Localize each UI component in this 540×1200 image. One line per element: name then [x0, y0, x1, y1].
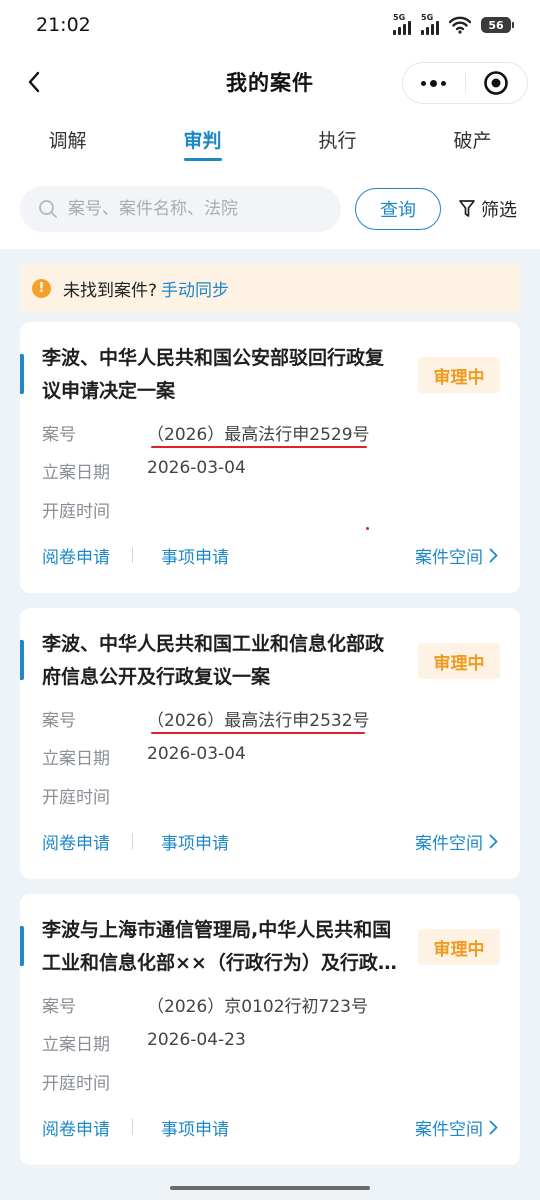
case-number-underline: [151, 732, 365, 734]
case-card[interactable]: 李波、中华人民共和国工业和信息化部政府信息公开及行政复议一案 审理中 案号 （2…: [20, 608, 520, 879]
tab-execution[interactable]: 执行: [270, 118, 405, 168]
filter-button[interactable]: 筛选: [458, 196, 517, 222]
filing-date-value: 2026-04-23: [147, 1030, 246, 1050]
hearing-time-row: 开庭时间: [42, 783, 147, 808]
search-input[interactable]: [68, 199, 308, 219]
case-title: 李波与上海市通信管理局,中华人民共和国工业和信息化部××（行政行为）及行政复议一…: [42, 919, 397, 974]
manual-sync-link[interactable]: 手动同步: [161, 276, 229, 301]
status-badge: 审理中: [418, 929, 500, 965]
home-indicator[interactable]: [170, 1186, 370, 1190]
nav-bar: 我的案件: [0, 56, 540, 108]
card-accent-bar: [20, 354, 24, 394]
page-title: 我的案件: [226, 71, 314, 95]
sync-notice: ! 未找到案件? 手动同步: [20, 263, 520, 313]
card-accent-bar: [20, 926, 24, 966]
case-number-row: 案号 （2026）京0102行初723号: [42, 992, 368, 1017]
chevron-left-icon: [28, 71, 40, 93]
wifi-icon: [449, 16, 471, 34]
chevron-right-icon: [489, 834, 498, 848]
card-actions: 阅卷申请 事项申请 案件空间: [42, 1112, 498, 1142]
case-card[interactable]: 李波与上海市通信管理局,中华人民共和国工业和信息化部××（行政行为）及行政复议一…: [20, 894, 520, 1165]
card-actions: 阅卷申请 事项申请 案件空间: [42, 540, 498, 570]
case-list-area: ! 未找到案件? 手动同步 李波、中华人民共和国公安部驳回行政复议申请决定一案 …: [0, 249, 540, 1200]
file-review-request-link[interactable]: 阅卷申请: [42, 1115, 110, 1140]
case-space-link[interactable]: 案件空间: [415, 1115, 498, 1140]
file-review-request-link[interactable]: 阅卷申请: [42, 543, 110, 568]
case-number-label: 案号: [42, 711, 76, 731]
hearing-time-label: 开庭时间: [42, 788, 110, 808]
case-number-value: （2026）最高法行申2529号: [147, 425, 370, 445]
case-space-link[interactable]: 案件空间: [415, 543, 498, 568]
signal-icon: 5G: [393, 13, 411, 35]
target-icon: [484, 71, 509, 95]
battery-icon: 56: [481, 17, 514, 33]
tab-mediation[interactable]: 调解: [0, 118, 135, 168]
chevron-right-icon: [489, 1120, 498, 1134]
tab-trial[interactable]: 审判: [135, 118, 270, 168]
case-number-value: （2026）京0102行初723号: [147, 997, 368, 1017]
case-number-row: 案号 （2026）最高法行申2532号: [42, 706, 370, 731]
signal-icon-2: 5G: [421, 13, 439, 35]
case-number-label: 案号: [42, 997, 76, 1017]
filter-label: 筛选: [481, 200, 517, 221]
hearing-time-row: 开庭时间: [42, 497, 147, 522]
annotation-dot: [366, 527, 369, 530]
close-mini-program-button[interactable]: [466, 63, 528, 103]
filing-date-label: 立案日期: [42, 463, 110, 483]
query-button[interactable]: 查询: [355, 188, 441, 230]
status-badge: 审理中: [418, 357, 500, 393]
filing-date-row: 立案日期 2026-04-23: [42, 1030, 246, 1055]
matter-request-link[interactable]: 事项申请: [161, 543, 229, 568]
status-time: 21:02: [36, 14, 91, 36]
matter-request-link[interactable]: 事项申请: [161, 1115, 229, 1140]
hearing-time-label: 开庭时间: [42, 502, 110, 522]
status-bar: 21:02 5G 5G 56: [0, 0, 540, 50]
matter-request-link[interactable]: 事项申请: [161, 829, 229, 854]
card-actions: 阅卷申请 事项申请 案件空间: [42, 826, 498, 856]
case-number-value: （2026）最高法行申2532号: [147, 711, 370, 731]
filing-date-value: 2026-03-04: [147, 744, 246, 764]
case-space-link[interactable]: 案件空间: [415, 829, 498, 854]
card-accent-bar: [20, 640, 24, 680]
notice-text: 未找到案件?: [63, 280, 158, 301]
case-title: 李波、中华人民共和国工业和信息化部政府信息公开及行政复议一案: [42, 633, 385, 688]
case-number-label: 案号: [42, 425, 76, 445]
status-icons: 5G 5G 56: [393, 13, 514, 35]
more-dots-icon: [421, 79, 447, 87]
file-review-request-link[interactable]: 阅卷申请: [42, 829, 110, 854]
mini-program-capsule: [402, 62, 528, 104]
back-button[interactable]: [16, 64, 52, 100]
case-number-underline: [151, 446, 367, 448]
hearing-time-row: 开庭时间: [42, 1069, 147, 1094]
warning-icon: !: [32, 278, 51, 298]
search-icon: [39, 200, 57, 218]
tab-bankruptcy[interactable]: 破产: [405, 118, 540, 168]
search-box[interactable]: [20, 186, 341, 232]
more-button[interactable]: [403, 63, 465, 103]
filter-icon: [459, 200, 475, 217]
status-badge: 审理中: [418, 643, 500, 679]
chevron-right-icon: [489, 548, 498, 562]
filing-date-row: 立案日期 2026-03-04: [42, 458, 246, 483]
case-type-tabs: 调解 审判 执行 破产: [0, 118, 540, 168]
case-card[interactable]: 李波、中华人民共和国公安部驳回行政复议申请决定一案 审理中 案号 （2026）最…: [20, 322, 520, 593]
hearing-time-label: 开庭时间: [42, 1074, 110, 1094]
filing-date-label: 立案日期: [42, 749, 110, 769]
filing-date-row: 立案日期 2026-03-04: [42, 744, 246, 769]
case-title: 李波、中华人民共和国公安部驳回行政复议申请决定一案: [42, 347, 385, 402]
filing-date-label: 立案日期: [42, 1035, 110, 1055]
case-number-row: 案号 （2026）最高法行申2529号: [42, 420, 370, 445]
filing-date-value: 2026-03-04: [147, 458, 246, 478]
search-row: 查询 筛选: [0, 185, 540, 233]
